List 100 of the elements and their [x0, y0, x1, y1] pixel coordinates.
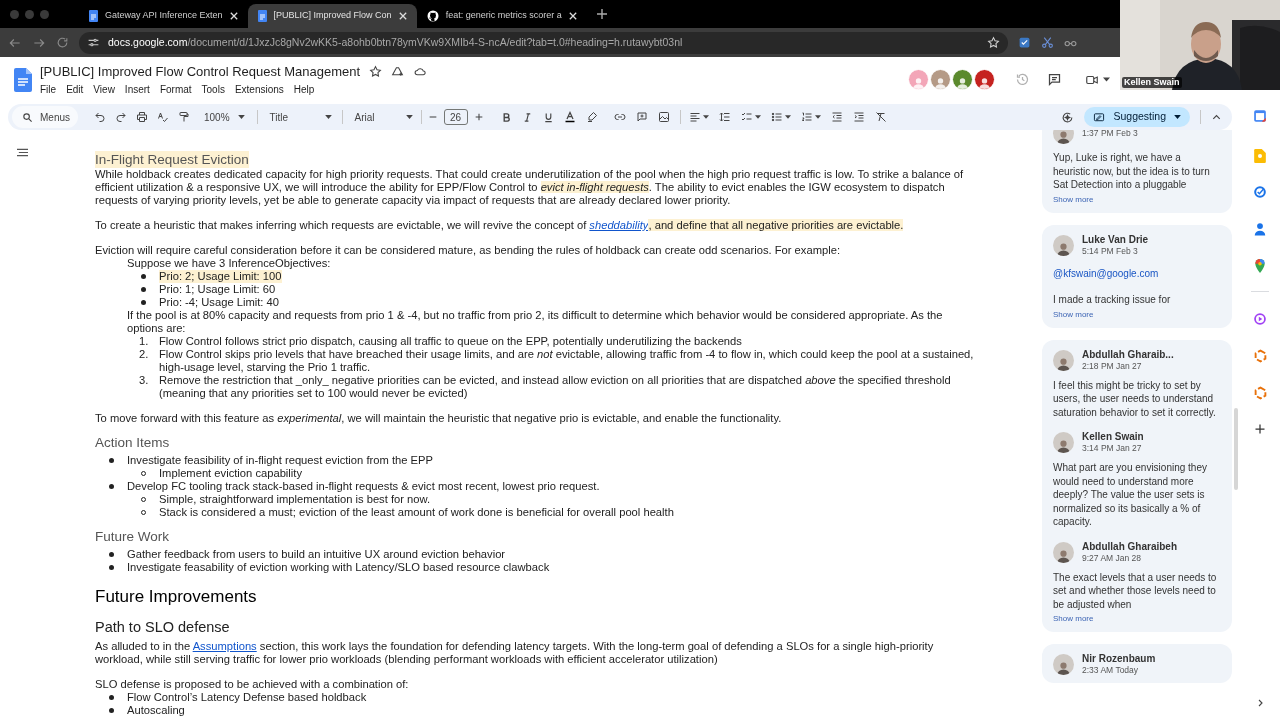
mention-link[interactable]: @kfswain@google.com [1053, 266, 1159, 280]
font-size-field[interactable]: 26 [443, 109, 468, 125]
spellcheck-icon[interactable] [157, 111, 169, 123]
clear-formatting-icon[interactable] [874, 111, 887, 123]
comment-time: 1:37 PM Feb 3 [1082, 130, 1138, 139]
menu-item[interactable]: Format [155, 82, 196, 98]
caret-icon [702, 115, 709, 119]
comment-thread[interactable] [1042, 339, 1232, 632]
scrollbar-thumb[interactable] [1234, 408, 1238, 490]
menu-item[interactable]: Edit [62, 82, 88, 98]
caret-icon [237, 115, 245, 119]
align-left-icon [688, 111, 701, 123]
link[interactable]: Assumptions [192, 640, 257, 652]
font-dropdown[interactable]: Arial [354, 109, 413, 125]
browser-tab[interactable]: Gateway API Inference Exten [79, 4, 248, 28]
text-color-icon[interactable] [563, 111, 576, 123]
map-pin-icon[interactable] [1254, 259, 1266, 273]
calendar-icon[interactable] [1253, 109, 1267, 123]
browser-tab[interactable]: [PUBLIC] Improved Flow Con [247, 4, 417, 28]
bookmark-star-icon[interactable] [987, 36, 1000, 49]
show-more-link[interactable]: Show more [1053, 613, 1094, 625]
close-icon[interactable] [398, 12, 407, 20]
link[interactable]: sheddability [589, 219, 649, 231]
gemini-refresh-icon[interactable] [1061, 110, 1075, 124]
undo-icon[interactable] [94, 111, 106, 123]
heading: Action Items [95, 434, 171, 451]
redo-icon[interactable] [115, 111, 127, 123]
align-dropdown[interactable] [688, 111, 709, 123]
extension-icon[interactable] [1018, 36, 1031, 49]
reload-icon[interactable] [56, 36, 69, 49]
search-icon [22, 111, 33, 123]
comment-thread[interactable]: 1:37 PM Feb 3 Yup, Luke is right, we have a heuristic now, but the idea is to turn Sat Detection into a pluggable Show more [1042, 130, 1232, 213]
menu-item[interactable]: View [89, 82, 119, 98]
comment-text: What part are you envisioning they would need to understand more deeply? The value the user sets is normalized so its basically a % of capacity. [1053, 461, 1208, 529]
bulleted-list-icon [770, 111, 783, 123]
hexagon-icon[interactable] [1253, 349, 1267, 363]
avatar-icon[interactable] [974, 69, 995, 90]
new-tab-icon[interactable] [596, 9, 607, 19]
site-settings-icon[interactable] [87, 36, 100, 49]
increase-indent-icon[interactable] [852, 111, 865, 123]
list-item-text: Develop FC tooling track stack-based in-flight requests & evict most recent, lowest prio request. [127, 480, 601, 493]
menu-item[interactable]: File [40, 82, 61, 98]
menu-item[interactable]: Extensions [230, 82, 288, 98]
show-more-link[interactable]: Show more [1053, 193, 1094, 206]
avatar-icon[interactable] [930, 69, 951, 90]
browser-tab[interactable]: feat: generic metrics scorer a [416, 4, 587, 28]
menus-search[interactable]: Menus [12, 106, 78, 128]
underline-icon[interactable] [542, 111, 554, 123]
close-icon[interactable] [568, 12, 577, 20]
comment-text: I feel this might be tricky to set by users, the user needs to understand saturation behavior to set it correctly. [1053, 378, 1217, 419]
show-more-link[interactable]: Show more [1053, 308, 1094, 321]
cloud-icon[interactable] [413, 65, 428, 78]
numbered-list-dropdown[interactable] [800, 111, 821, 123]
scissors-icon[interactable] [1041, 36, 1054, 49]
avatar-icon [1053, 654, 1074, 675]
star-icon[interactable] [369, 65, 383, 78]
menu-item[interactable]: Help [289, 82, 319, 98]
link-icon[interactable] [613, 111, 626, 123]
list-item-text: Autoscaling [127, 704, 186, 717]
line-spacing-icon[interactable] [718, 111, 731, 123]
paint-format-icon[interactable] [178, 111, 190, 123]
comment-thread[interactable]: Luke Van Drie 5:14 PM Feb 3 @kfswain@google.com I made a tracking issue for Show more [1042, 224, 1232, 328]
list-item-text: Flow Control follows strict prio dispatch, causing all traffic to queue on the EPP, potentially underutilizing the backends [159, 335, 743, 348]
menu-item[interactable]: Insert [120, 82, 154, 98]
avatar-icon [1053, 349, 1074, 371]
add-comment-icon[interactable] [635, 111, 648, 123]
docs-icon [257, 10, 267, 22]
caret-icon [324, 115, 332, 119]
docs-logo-icon[interactable] [14, 67, 32, 92]
comment-author: Luke Van Drie [1082, 233, 1149, 246]
comment-icon[interactable] [1047, 72, 1062, 87]
style-dropdown[interactable]: Title [269, 109, 332, 125]
zoom-dropdown[interactable]: 100% [204, 109, 245, 125]
play-circle-icon[interactable] [1253, 312, 1267, 326]
paragraph: While holdback creates dedicated capacity for high priority requests. That could create underutilization of the pool when the high prio request traffic is low. To strike a balance of efficient utilization & a responsive UX, we will introduce the ability for EPP/Flow Control to evict in-flight requests. The ability to evict enables the IGW ecosystem to dispatch requests of varying priority levels, yet be able to generate capacity via impact of requests that are already declared lower priority. [95, 168, 965, 207]
document-title[interactable]: [PUBLIC] Improved Flow Control Request Management [40, 61, 361, 82]
address-bar[interactable]: docs.google.com/document/d/1JxzJc8gNv2wKK5-a8ohb0btn78ymVKw9XMIb4-S-ncA/edit?tab=t.0#heading=h.rutawybt03nl [79, 31, 1008, 54]
contacts-icon[interactable] [1254, 222, 1266, 236]
decrease-indent-icon[interactable] [830, 111, 843, 123]
highlighter-icon[interactable] [585, 111, 598, 123]
plus-icon[interactable] [473, 112, 484, 122]
hexagon-icon[interactable] [1253, 386, 1267, 400]
heading: Path to SLO defense [95, 618, 231, 637]
caret-icon [1103, 77, 1110, 82]
bullet-list-dropdown[interactable] [770, 111, 791, 123]
tasks-icon[interactable] [1253, 185, 1267, 199]
add-icon[interactable] [1254, 423, 1266, 435]
avatar-icon [1053, 432, 1074, 453]
outline-icon[interactable] [17, 148, 28, 157]
suggesting-mode-button[interactable]: Suggesting [1084, 107, 1190, 127]
image-icon[interactable] [657, 111, 670, 123]
checklist-dropdown[interactable] [740, 111, 761, 123]
close-icon[interactable] [229, 12, 238, 20]
avatar-icon[interactable] [952, 69, 973, 90]
print-icon[interactable] [136, 111, 148, 123]
comment-time: 9:27 AM Jan 28 [1082, 552, 1143, 564]
comment-thread[interactable]: Nir Rozenbaum 2:33 AM Today [1042, 644, 1232, 683]
suggest-edit-icon [1093, 111, 1106, 123]
list-item-text: Simple, straightforward implementation is best for now. [159, 493, 432, 506]
menu-item[interactable]: Tools [197, 82, 229, 98]
